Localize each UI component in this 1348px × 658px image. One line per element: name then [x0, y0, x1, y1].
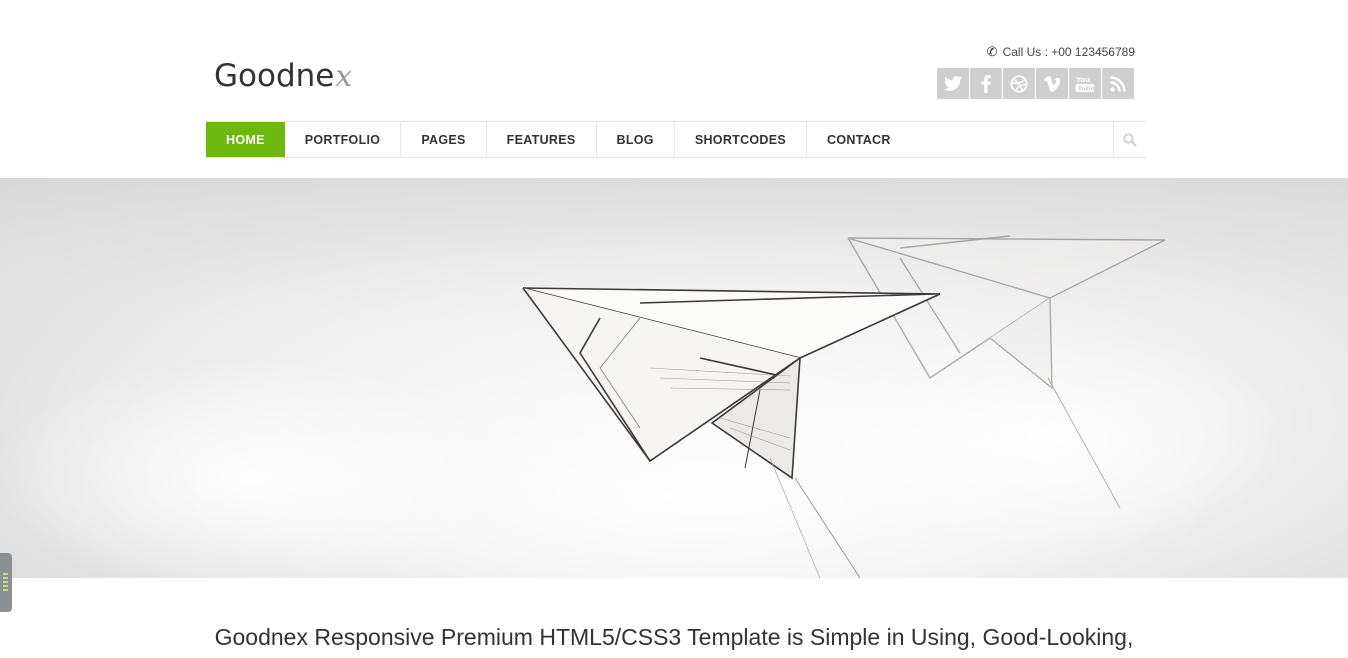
logo-tail: x [335, 59, 353, 94]
nav-item-shortcodes[interactable]: SHORTCODES [675, 122, 808, 157]
svg-text:You: You [1075, 76, 1090, 84]
nav-search-button[interactable] [1113, 122, 1146, 157]
grip-icon [3, 573, 8, 593]
main-nav: HOME PORTFOLIO PAGES FEATURES BLOG SHORT… [206, 121, 1146, 158]
call-us: ✆ Call Us : +00 123456789 [987, 44, 1135, 60]
nav-item-blog[interactable]: BLOG [597, 122, 675, 157]
nav-item-home[interactable]: HOME [206, 122, 285, 157]
style-switcher-tab[interactable] [0, 553, 12, 612]
nav-item-contact[interactable]: CONTACR [807, 122, 911, 157]
site-logo[interactable]: Goodnex [214, 58, 352, 94]
intro-tagline: Goodnex Responsive Premium HTML5/CSS3 Te… [214, 624, 1134, 650]
paper-planes-image [0, 178, 1348, 578]
nav-item-pages[interactable]: PAGES [401, 122, 487, 157]
youtube-icon[interactable]: You Tube [1069, 68, 1101, 99]
search-icon [1123, 132, 1137, 147]
svg-text:Tube: Tube [1078, 84, 1096, 92]
vimeo-icon[interactable] [1036, 68, 1068, 99]
dribbble-icon[interactable] [1003, 68, 1035, 99]
logo-text: Goodne [214, 58, 335, 94]
site-header: Goodnex ✆ Call Us : +00 123456789 You Tub… [0, 0, 1348, 178]
social-links: You Tube [937, 68, 1134, 99]
phone-icon: ✆ [986, 44, 998, 59]
hero-slider [0, 178, 1348, 578]
rss-icon[interactable] [1102, 68, 1134, 99]
call-us-text: Call Us : +00 123456789 [1002, 45, 1135, 59]
facebook-icon[interactable] [970, 68, 1002, 99]
twitter-icon[interactable] [937, 68, 969, 99]
nav-item-features[interactable]: FEATURES [487, 122, 597, 157]
nav-item-portfolio[interactable]: PORTFOLIO [285, 122, 402, 157]
